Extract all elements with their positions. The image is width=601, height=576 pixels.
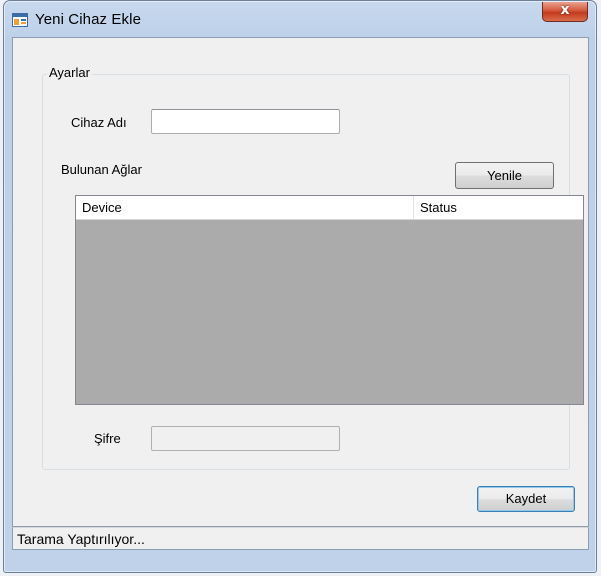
listview-header: Device Status	[76, 196, 583, 220]
save-button[interactable]: Kaydet	[477, 486, 575, 512]
column-header-status[interactable]: Status	[414, 196, 514, 219]
window-title: Yeni Cihaz Ekle	[35, 11, 142, 28]
password-label: Şifre	[94, 431, 121, 446]
networks-listview[interactable]: Device Status	[75, 195, 584, 405]
close-icon: x	[560, 2, 570, 18]
password-input[interactable]	[151, 426, 340, 451]
networks-label: Bulunan Ağlar	[61, 162, 142, 177]
device-name-label: Cihaz Adı	[71, 115, 127, 130]
title-bar[interactable]: Yeni Cihaz Ekle x	[4, 1, 596, 37]
groupbox-title: Ayarlar	[47, 65, 92, 80]
form-window-icon	[12, 13, 28, 27]
column-header-device[interactable]: Device	[76, 196, 414, 219]
dialog-window: Yeni Cihaz Ekle x Ayarlar Cihaz Adı Bulu…	[3, 0, 597, 573]
refresh-button[interactable]: Yenile	[455, 162, 554, 189]
dialog-client-area: Ayarlar Cihaz Adı Bulunan Ağlar Yenile D…	[12, 37, 589, 527]
status-text: Tarama Yaptırılıyor...	[17, 531, 145, 547]
close-button[interactable]: x	[542, 2, 588, 22]
device-name-input[interactable]	[151, 109, 340, 134]
status-bar: Tarama Yaptırılıyor...	[12, 527, 589, 550]
